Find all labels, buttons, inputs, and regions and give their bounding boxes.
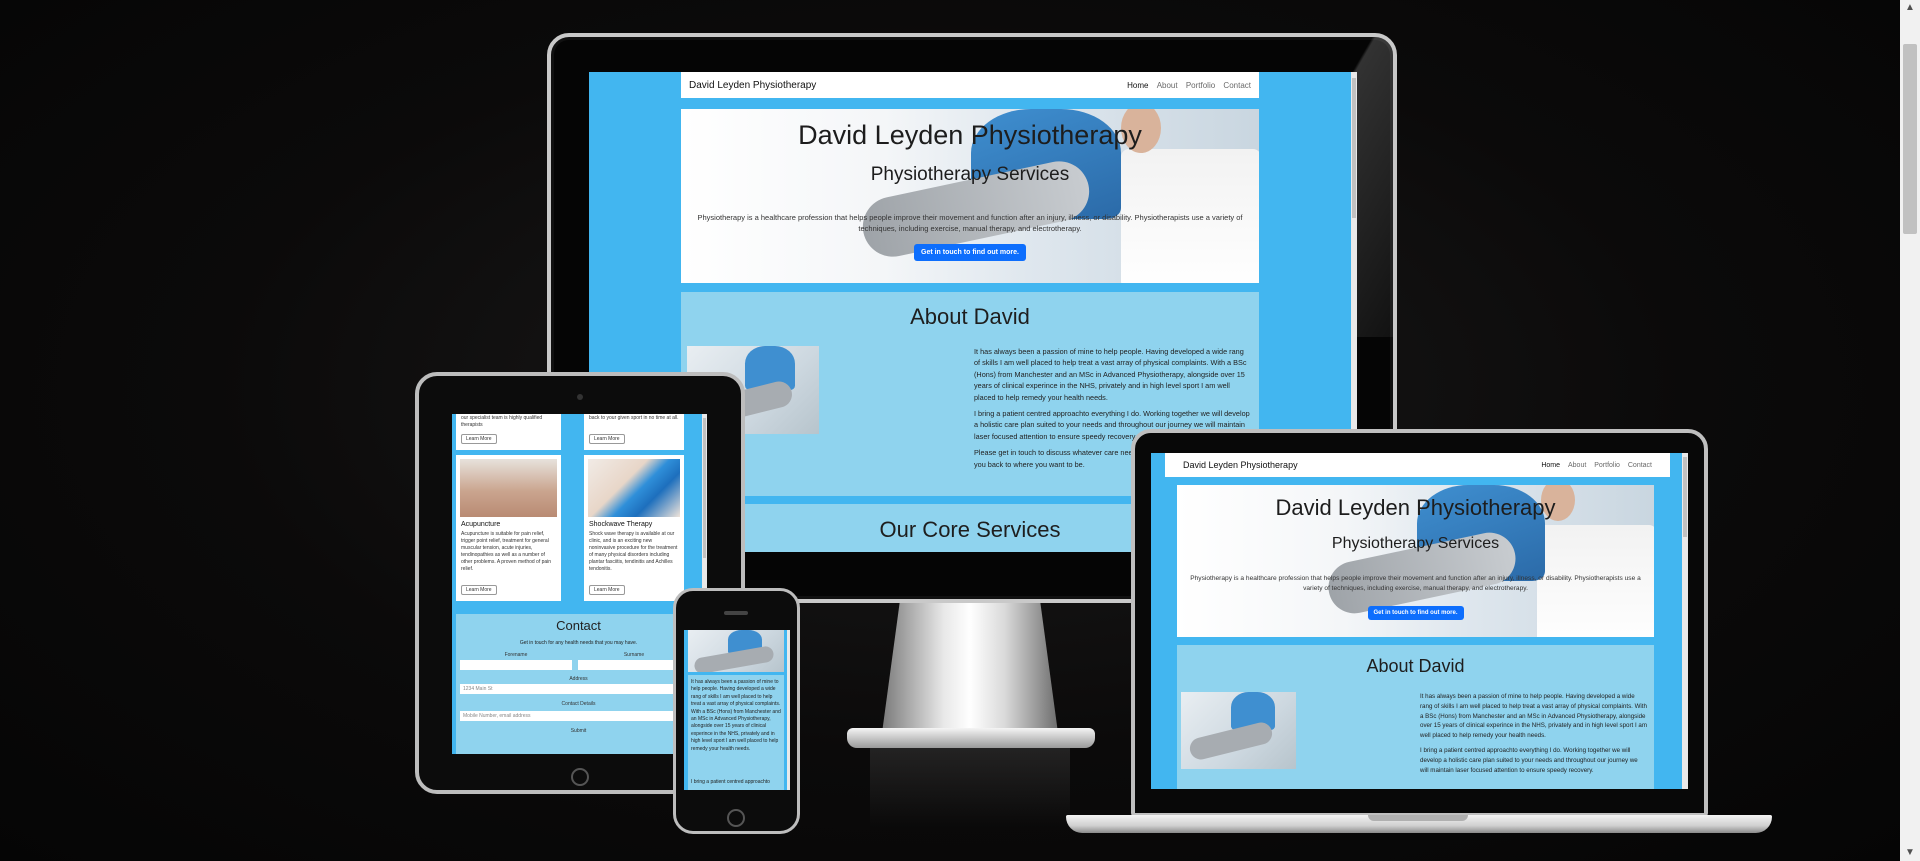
scroll-down-arrow[interactable]: ▼ [1900,845,1920,861]
forename-label: Forename [504,652,528,658]
desktop-hero: David Leyden Physiotherapy Physiotherapy… [681,109,1259,283]
laptop-navbar-links: Home About Portfolio Contact [1535,462,1652,469]
monitor-stand-base [847,728,1095,748]
hero-cta-button[interactable]: Get in touch to find out more. [914,244,1026,261]
learn-more-button-1[interactable]: Learn More [461,434,497,444]
laptop-hero-text: Physiotherapy is a healthcare profession… [1190,575,1641,592]
laptop-about-paragraph-1: It has always been a passion of mine to … [1420,693,1647,740]
contact-subtitle: Get in touch for any health needs that y… [519,640,638,646]
submit-button[interactable]: Submit [456,728,701,734]
device-mockup-stage: David Leyden Physiotherapy Home About Po… [0,0,1900,861]
service-card-top-left-text: our specialist team is highly qualified … [461,415,543,428]
acupuncture-text: Acupuncture is suitable for pain relief,… [461,531,552,572]
desktop-navbar: David Leyden Physiotherapy Home About Po… [681,72,1259,98]
phone-about-photo [688,630,784,672]
shockwave-text: Shock wave therapy is available at our c… [589,531,678,572]
scroll-up-arrow[interactable]: ▲ [1900,0,1920,16]
phone-site-scrollbar[interactable] [787,630,790,790]
laptop-about-photo [1181,692,1296,769]
nav-contact[interactable]: Contact [1223,81,1251,90]
contact-details-field[interactable]: Mobile Number, email address [460,711,698,721]
laptop-hero-title: David Leyden Physiotherapy [1275,495,1556,520]
learn-more-button-4[interactable]: Learn More [589,585,625,595]
hero-subtitle: Physiotherapy Services [870,164,1070,185]
address-field[interactable]: 1234 Main St [460,684,698,694]
nav-home[interactable]: Home [1127,81,1148,90]
navbar-brand[interactable]: David Leyden Physiotherapy [689,80,816,91]
hero-title: David Leyden Physiotherapy [798,120,1142,150]
laptop-site-screen: David Leyden Physiotherapy Home About Po… [1151,453,1688,789]
laptop-about-text: It has always been a passion of mine to … [1420,692,1648,780]
hero-text: Physiotherapy is a healthcare profession… [697,213,1243,233]
page-scrollbar[interactable]: ▲ ▼ [1900,0,1920,861]
phone-about-p2: I bring a patient centred approachto [691,779,770,785]
laptop-navbar: David Leyden Physiotherapy Home About Po… [1165,453,1670,477]
tablet-camera [577,394,583,400]
shockwave-title: Shockwave Therapy [589,521,653,528]
laptop-hero: David Leyden Physiotherapy Physiotherapy… [1177,485,1654,637]
tablet-site-screen: our specialist team is highly qualified … [452,414,707,754]
learn-more-button-3[interactable]: Learn More [461,585,497,595]
phone-home-button[interactable] [727,809,745,827]
nav-about[interactable]: About [1157,81,1178,90]
tablet-contact-section: Contact Get in touch for any health need… [456,614,701,754]
laptop-notch [1368,815,1468,821]
laptop-nav-about[interactable]: About [1568,462,1586,469]
laptop-about-title: About David [1366,656,1465,676]
address-label: Address [569,676,588,682]
service-card-top-right: back to your given sport in no time at a… [584,414,684,450]
phone-about-p1: It has always been a passion of mine to … [691,679,781,752]
forename-field[interactable] [460,660,572,670]
laptop-about-paragraph-2: I bring a patient centred approachto eve… [1420,746,1638,774]
laptop-nav-contact[interactable]: Contact [1628,462,1652,469]
shockwave-image [588,459,680,517]
laptop-about-section: About David It has always been a passion… [1177,645,1654,789]
contact-title: Contact [556,618,601,633]
laptop-hero-subtitle: Physiotherapy Services [1331,535,1500,552]
laptop-navbar-brand[interactable]: David Leyden Physiotherapy [1183,460,1298,470]
service-card-top-right-text: back to your given sport in no time at a… [589,415,679,421]
monitor-stand-neck [882,603,1058,733]
laptop-hero-cta-button[interactable]: Get in touch to find out more. [1367,606,1464,620]
phone-site-screen: It has always been a passion of mine to … [684,630,790,790]
service-card-top-left: our specialist team is highly qualified … [456,414,561,450]
about-title: About David [910,304,1030,329]
laptop-nav-portfolio[interactable]: Portfolio [1594,462,1620,469]
nav-portfolio[interactable]: Portfolio [1186,81,1215,90]
acupuncture-image [460,459,557,517]
monitor-stand-reflection [870,748,1070,828]
phone-about-section: It has always been a passion of mine to … [688,675,784,790]
laptop-site-scrollbar[interactable] [1682,453,1688,789]
about-paragraph-1: It has always been a passion of mine to … [974,347,1247,402]
phone-speaker [724,611,748,615]
tablet-home-button[interactable] [571,768,589,786]
scroll-thumb[interactable] [1903,44,1917,234]
learn-more-button-2[interactable]: Learn More [589,434,625,444]
service-card-acupuncture: Acupuncture Acupuncture is suitable for … [456,455,561,601]
laptop-nav-home[interactable]: Home [1541,462,1560,469]
service-card-shockwave: Shockwave Therapy Shock wave therapy is … [584,455,684,601]
navbar-links: Home About Portfolio Contact [1121,81,1251,90]
contact-details-label: Contact Details [561,701,596,707]
acupuncture-title: Acupuncture [461,521,501,528]
